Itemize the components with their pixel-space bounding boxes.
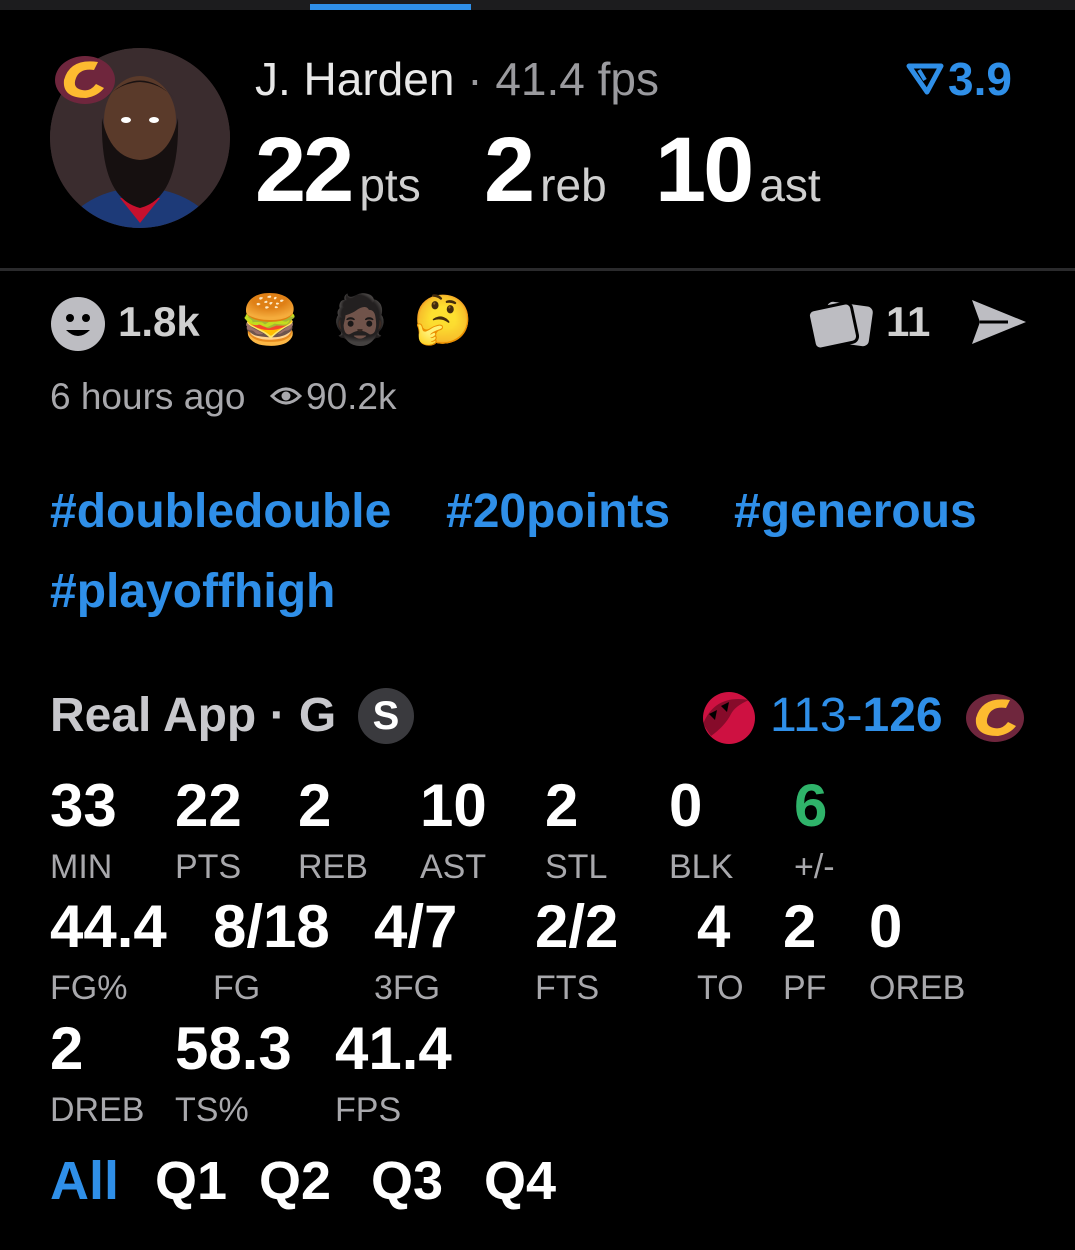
stat-blk: 0 BLK [669, 772, 734, 887]
thinking-emoji[interactable]: 🤔 [413, 292, 473, 350]
tag-playoffhigh[interactable]: #playoffhigh [50, 564, 335, 619]
raptors-logo [703, 692, 755, 744]
stat-oreb: 0 OREB [869, 893, 966, 1008]
stat-ts-pct: 58.3 TS% [175, 1015, 292, 1130]
points-summary: 22 pts [255, 118, 421, 223]
active-tab-indicator [310, 4, 471, 10]
rebounds-summary: 2 reb [484, 118, 607, 223]
stat-pf: 2 PF [783, 893, 827, 1008]
game-source: Real App · G [50, 689, 337, 742]
tag-generous[interactable]: #generous [734, 484, 977, 539]
rebounds-unit: reb [540, 159, 607, 211]
stat-stl: 2 STL [545, 772, 608, 887]
stat-fts: 2/2 FTS [535, 893, 619, 1008]
score-opponent: 113- [770, 689, 863, 742]
points-unit: pts [359, 159, 421, 211]
stat-fg-pct: 44.4 FG% [50, 893, 167, 1008]
reaction-count[interactable]: 1.8k [118, 298, 200, 346]
stat-plus-minus: 6 +/- [794, 772, 835, 887]
tag-20points[interactable]: #20points [446, 484, 670, 539]
tab-all[interactable]: All [50, 1150, 119, 1212]
stat-fps: 41.4 FPS [335, 1015, 452, 1130]
assists-summary: 10 ast [655, 118, 821, 223]
tab-q2[interactable]: Q2 [259, 1150, 331, 1212]
stat-to: 4 TO [697, 893, 744, 1008]
score-team: 126 [862, 689, 943, 742]
cavaliers-logo [966, 694, 1024, 742]
points-value: 22 [255, 119, 354, 221]
stat-3fg: 4/7 3FG [374, 893, 458, 1008]
rating-triangle-icon [906, 63, 944, 95]
burger-emoji[interactable]: 🍔 [240, 292, 300, 350]
player-name-line: J. Harden · 41.4 fps [255, 52, 659, 106]
source-badge: S [358, 688, 414, 744]
harden-emoji[interactable]: 🧔🏿 [330, 292, 390, 350]
tab-q3[interactable]: Q3 [371, 1150, 443, 1212]
rating-value: 3.9 [948, 53, 1012, 105]
player-name[interactable]: J. Harden [255, 53, 454, 105]
post-time: 6 hours ago [50, 376, 246, 417]
stat-fg: 8/18 FG [213, 893, 330, 1008]
send-icon[interactable] [968, 296, 1030, 348]
divider [0, 268, 1075, 271]
separator: · [467, 53, 483, 105]
cavaliers-logo [55, 56, 115, 104]
stat-pts: 22 PTS [175, 772, 242, 887]
fantasy-points: 41.4 fps [495, 53, 660, 105]
rebounds-value: 2 [484, 119, 535, 221]
comments-cards-icon[interactable] [805, 298, 877, 352]
smiley-reaction-icon[interactable] [50, 296, 106, 352]
player-avatar[interactable] [50, 48, 230, 228]
assists-unit: ast [759, 159, 821, 211]
game-score[interactable]: 113-126 [770, 688, 943, 743]
tab-q1[interactable]: Q1 [155, 1150, 227, 1212]
stat-ast: 10 AST [420, 772, 487, 887]
top-tab-bar [0, 0, 1075, 10]
tab-q4[interactable]: Q4 [484, 1150, 556, 1212]
stat-reb: 2 REB [298, 772, 368, 887]
eye-icon [270, 387, 302, 405]
comment-count[interactable]: 11 [886, 298, 930, 346]
tag-doubledouble[interactable]: #doubledouble [50, 484, 391, 539]
stat-dreb: 2 DREB [50, 1015, 145, 1130]
stat-min: 33 MIN [50, 772, 117, 887]
assists-value: 10 [655, 119, 754, 221]
view-count: 90.2k [306, 376, 397, 417]
